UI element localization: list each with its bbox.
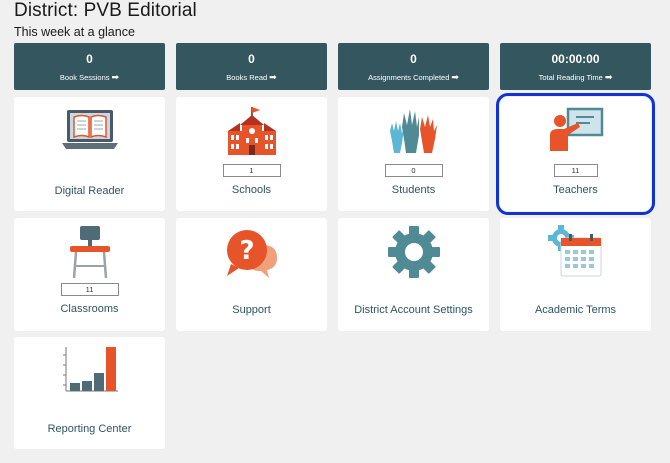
schools-count: 1 bbox=[222, 164, 281, 177]
stat-label: Books Read bbox=[226, 73, 268, 82]
stat-total-reading-time[interactable]: 00:00:00 Total Reading Time ➡ bbox=[500, 43, 651, 90]
card-reporting-center[interactable]: Reporting Center bbox=[14, 337, 165, 449]
gear-icon bbox=[338, 224, 489, 280]
stat-label: Total Reading Time bbox=[538, 73, 603, 82]
card-support[interactable]: ? Support bbox=[176, 218, 327, 331]
teachers-count: 11 bbox=[553, 164, 598, 177]
card-label: Reporting Center bbox=[47, 423, 132, 435]
card-label: District Account Settings bbox=[354, 304, 473, 316]
arrow-right-icon: ➡ bbox=[111, 72, 120, 82]
card-academic-terms[interactable]: Academic Terms bbox=[500, 218, 651, 331]
card-label: Support bbox=[232, 304, 271, 316]
card-classrooms[interactable]: 11 Classrooms bbox=[14, 218, 165, 331]
arrow-right-icon: ➡ bbox=[451, 72, 459, 82]
bar-chart-icon bbox=[14, 345, 165, 395]
students-count: 0 bbox=[384, 164, 443, 177]
stat-label: Book Sessions bbox=[59, 73, 110, 82]
svg-text:?: ? bbox=[239, 236, 254, 266]
card-digital-reader[interactable]: Digital Reader bbox=[14, 97, 165, 211]
stat-book-sessions[interactable]: 0 Book Sessions ➡ bbox=[14, 43, 165, 90]
stat-books-read[interactable]: 0 Books Read ➡ bbox=[176, 43, 327, 90]
school-desk-icon bbox=[14, 224, 165, 280]
arrow-right-icon: ➡ bbox=[604, 72, 613, 82]
card-label: Students bbox=[391, 184, 436, 196]
card-schools[interactable]: 1 Schools bbox=[176, 97, 327, 211]
school-building-icon bbox=[176, 105, 327, 161]
raised-hands-icon bbox=[338, 105, 489, 161]
card-teachers[interactable]: 11 Teachers bbox=[496, 93, 655, 215]
stat-value: 0 bbox=[86, 52, 93, 66]
laptop-book-icon bbox=[14, 105, 165, 155]
classrooms-count: 11 bbox=[60, 283, 119, 296]
page-title: District: PVB Editorial bbox=[14, 0, 197, 21]
card-label: Digital Reader bbox=[54, 185, 125, 197]
card-label: Schools bbox=[231, 184, 272, 196]
question-bubble-icon: ? bbox=[176, 228, 327, 278]
arrow-right-icon: ➡ bbox=[269, 72, 277, 82]
calendar-gear-icon bbox=[500, 224, 651, 280]
card-label: Academic Terms bbox=[534, 304, 617, 316]
stat-value: 00:00:00 bbox=[551, 52, 600, 66]
stat-value: 0 bbox=[248, 52, 255, 66]
stat-value: 0 bbox=[410, 52, 417, 66]
card-label: Teachers bbox=[553, 184, 598, 196]
teacher-board-icon bbox=[500, 107, 651, 155]
card-district-account-settings[interactable]: District Account Settings bbox=[338, 218, 489, 331]
stat-label: Assignments Completed bbox=[368, 73, 450, 82]
stat-assignments-completed[interactable]: 0 Assignments Completed ➡ bbox=[338, 43, 489, 90]
card-label: Classrooms bbox=[60, 303, 119, 315]
card-students[interactable]: 0 Students bbox=[338, 97, 489, 211]
page-subtitle: This week at a glance bbox=[14, 25, 135, 39]
